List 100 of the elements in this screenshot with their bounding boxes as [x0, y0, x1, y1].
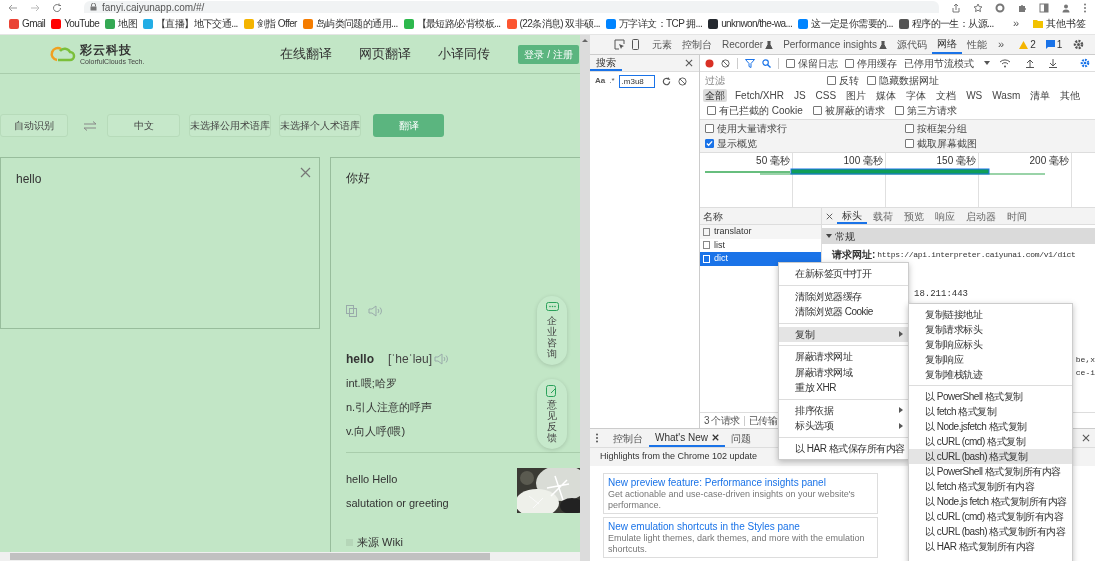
menu-item[interactable]: 屏蔽请求网域	[779, 364, 908, 380]
card-link[interactable]: New preview feature: Performance insights panel	[608, 476, 873, 489]
bookmark[interactable]: unknwon/the-wa...	[708, 16, 793, 31]
menu-item[interactable]: 复制响应标头	[909, 337, 1072, 352]
search-input[interactable]: .m3u8	[618, 74, 655, 88]
tick-label: 200 毫秒	[1029, 155, 1069, 168]
drawer-tab[interactable]: 问题	[725, 429, 758, 447]
request-row[interactable]: translator	[700, 225, 821, 239]
menu-item[interactable]: 以 fetch 格式复制所有内容	[909, 479, 1072, 494]
warnings-button[interactable]: 2	[1016, 35, 1039, 54]
menu-item[interactable]: 复制堆栈轨迹	[909, 367, 1072, 382]
type-filter-button[interactable]: WS	[964, 89, 985, 102]
language-select[interactable]: 自动识别	[0, 114, 68, 137]
devtools-tab[interactable]: Recorder	[717, 35, 779, 54]
glossary-select[interactable]: 未选择个人术语库	[279, 114, 361, 137]
menu-item[interactable]: 以 PowerShell 格式复制	[909, 389, 1072, 404]
checkbox-label: 第三方请求	[906, 104, 957, 117]
menu-item[interactable]: 屏蔽请求网址	[779, 349, 908, 365]
bookmark[interactable]: (22条消息) 双非硕...	[506, 16, 600, 31]
throttle-dropdown[interactable]: 已停用节流模式	[904, 55, 990, 71]
field-label: 请求网址:	[832, 248, 876, 262]
menu-item[interactable]: 以 cURL (bash) 格式复制	[909, 449, 1072, 464]
bookmark[interactable]: 程序的一生：从源...	[898, 16, 994, 31]
menu-item[interactable]: 以 fetch 格式复制	[909, 404, 1072, 419]
logo-name: 彩云科技	[80, 43, 133, 56]
bookmark[interactable]: Gmail	[9, 16, 46, 31]
menu-item[interactable]: 以 HAR 格式复制所有内容	[909, 539, 1072, 554]
drawer-tab[interactable]: 控制台	[607, 429, 649, 447]
devtools-tab[interactable]: 网络	[932, 35, 963, 54]
side-button[interactable]: 企业咨询	[537, 296, 567, 365]
menu-item[interactable]: 在新标签页中打开	[779, 266, 908, 282]
type-filter-button[interactable]: 全部	[703, 89, 727, 102]
checkbox-label: 截取屏幕截图	[917, 136, 977, 150]
nav-link[interactable]: 网页翻译	[359, 44, 412, 64]
menu-item[interactable]: 复制请求标头	[909, 322, 1072, 337]
menu-item[interactable]: 排序依据	[779, 402, 908, 418]
type-filter-button[interactable]: 其他	[1058, 89, 1083, 102]
card-link[interactable]: New emulation shortcuts in the Styles pane	[608, 520, 873, 533]
type-filter-button[interactable]: 图片	[844, 89, 869, 102]
detail-tab[interactable]: 启动器	[961, 208, 1001, 224]
address-bar[interactable]: fanyi.caiyunapp.com/#/	[84, 1, 939, 13]
devtools-tab[interactable]: 性能	[962, 35, 993, 54]
menu-item[interactable]: 清除浏览器缓存	[779, 288, 908, 304]
match-case-button[interactable]: Aa	[595, 75, 606, 87]
glossary-select[interactable]: 未选择公用术语库	[189, 114, 271, 137]
menu-item[interactable]: 以 PowerShell 格式复制所有内容	[909, 464, 1072, 479]
nav-link[interactable]: 小译同传	[438, 44, 491, 64]
menu-item[interactable]: 以 cURL (cmd) 格式复制所有内容	[909, 509, 1072, 524]
bookmark[interactable]: 【直播】地下交通...	[143, 16, 238, 31]
bookmark[interactable]: 剑指 Offer	[243, 16, 297, 31]
more-tabs-button[interactable]: »	[992, 35, 1011, 54]
side-button[interactable]: 意见反馈	[537, 379, 567, 449]
menu-item[interactable]: 以 cURL (bash) 格式复制所有内容	[909, 524, 1072, 539]
messages-button[interactable]: 1	[1042, 35, 1066, 54]
section-header[interactable]: 常规	[822, 228, 1095, 244]
bookmark[interactable]: 万字详文：TCP 拥...	[606, 16, 703, 31]
detail-tab[interactable]: 时间	[1002, 208, 1032, 224]
dictionary-word: hello	[346, 350, 374, 368]
type-filter-button[interactable]: JS	[791, 89, 808, 102]
menu-item[interactable]: 复制	[779, 326, 908, 342]
tick-label: 50 毫秒	[756, 155, 790, 168]
detail-tab[interactable]: 预览	[899, 208, 929, 224]
menu-item[interactable]: 复制响应	[909, 352, 1072, 367]
bookmark[interactable]: 地图	[105, 16, 138, 31]
menu-item[interactable]: 以 cURL (cmd) 格式复制	[909, 434, 1072, 449]
other-bookmarks[interactable]: 其他书签	[1033, 16, 1086, 31]
menu-item[interactable]: 以 Node.js fetch 格式复制所有内容	[909, 494, 1072, 509]
language-select[interactable]: 中文	[107, 114, 180, 137]
menu-item[interactable]: 重放 XHR	[779, 380, 908, 396]
bookmark[interactable]: 【最短路/必背模板...	[403, 16, 501, 31]
nav-link[interactable]: 在线翻译	[280, 44, 333, 64]
menu-item[interactable]: 清除浏览器 Cookie	[779, 304, 908, 320]
card-text: Emulate light themes, dark themes, and more with the emulation shortcuts.	[608, 533, 866, 555]
type-filter-button[interactable]: 文档	[934, 89, 959, 102]
source-text-box[interactable]: hello	[0, 157, 320, 329]
detail-tab[interactable]: 载荷	[868, 208, 898, 224]
checkbox-label: 被屏蔽的请求	[824, 104, 885, 117]
detail-tab[interactable]: 响应	[930, 208, 960, 224]
devtools-tab[interactable]: 元素	[647, 35, 677, 54]
type-filter-button[interactable]: 字体	[904, 89, 929, 102]
type-filter-button[interactable]: 清单	[1028, 89, 1053, 102]
menu-item[interactable]: 复制链接地址	[909, 307, 1072, 322]
type-filter-button[interactable]: Wasm	[990, 89, 1023, 102]
devtools-tab[interactable]: Performance insights	[778, 35, 893, 54]
bookmark[interactable]: 岛屿类问题的通用...	[302, 16, 398, 31]
detail-tab[interactable]: 标头	[837, 208, 867, 224]
checkbox-label: 停用缓存	[857, 56, 897, 70]
type-filter-button[interactable]: Fetch/XHR	[733, 89, 786, 102]
bookmark[interactable]: 这一定是你需要的...	[798, 16, 893, 31]
source-text: hello	[16, 171, 42, 188]
menu-item[interactable]: 以 Node.jsfetch 格式复制	[909, 419, 1072, 434]
more-bookmarks-button[interactable]: »	[1012, 15, 1019, 32]
bookmark[interactable]: YouTube	[51, 16, 100, 31]
menu-item[interactable]: 标头选项	[779, 418, 908, 434]
type-filter-button[interactable]: CSS	[813, 89, 839, 102]
devtools-tab[interactable]: 源代码	[892, 35, 933, 54]
filter-input[interactable]: 过滤	[703, 74, 809, 87]
regex-button[interactable]: .*	[609, 75, 615, 87]
devtools-tab[interactable]: 控制台	[677, 35, 717, 54]
type-filter-button[interactable]: 媒体	[874, 89, 899, 102]
